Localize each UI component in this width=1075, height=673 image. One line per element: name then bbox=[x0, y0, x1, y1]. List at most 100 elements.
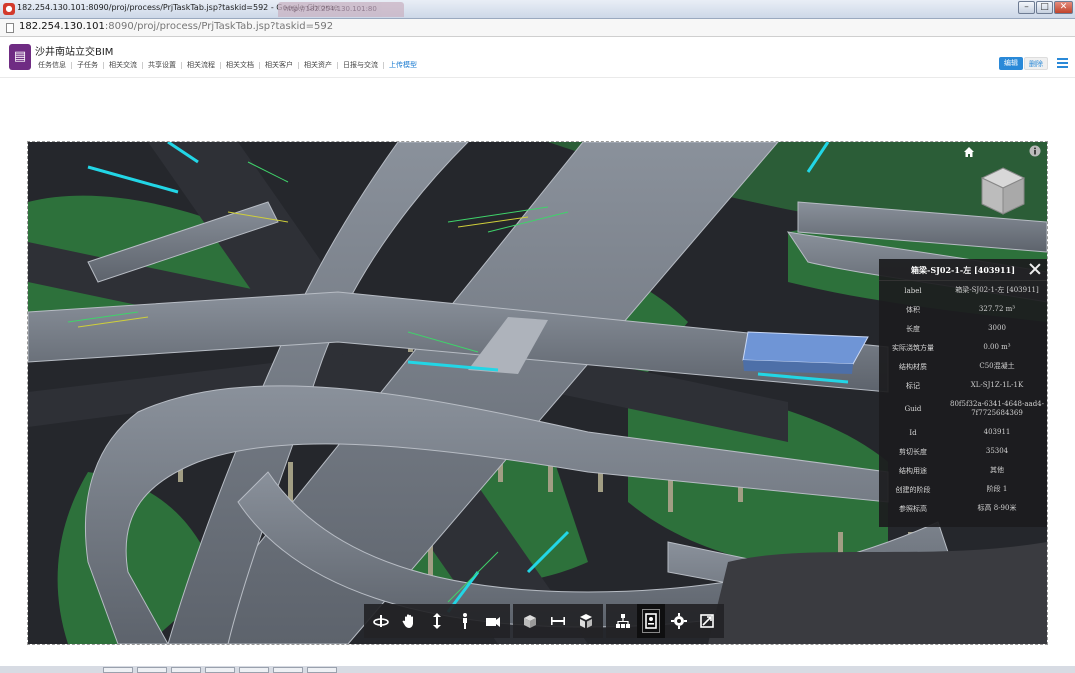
taskbar-item[interactable] bbox=[137, 667, 167, 673]
taskbar-item[interactable] bbox=[171, 667, 201, 673]
property-row: 结构用途 其他 bbox=[879, 461, 1047, 480]
tab-9[interactable]: 上传模型 bbox=[386, 60, 420, 70]
project-title: 沙井南站立交BIM bbox=[35, 47, 114, 58]
property-value: 327.72 m³ bbox=[978, 305, 1016, 313]
property-row: 创建的阶段 阶段 1 bbox=[879, 480, 1047, 499]
taskbar-item[interactable] bbox=[103, 667, 133, 673]
settings-button[interactable] bbox=[665, 604, 693, 638]
property-row: label 箱梁-SJ02-1-左 [403911] bbox=[879, 281, 1047, 300]
properties-button[interactable] bbox=[637, 604, 665, 638]
tab-4[interactable]: 相关流程 bbox=[184, 60, 218, 70]
property-row: 实际浇筑方量 0.00 m³ bbox=[879, 338, 1047, 357]
property-row: 体积 327.72 m³ bbox=[879, 300, 1047, 319]
close-window-button[interactable]: ✕ bbox=[1054, 1, 1073, 14]
property-key: 体积 bbox=[906, 305, 920, 314]
view-cube-icon[interactable] bbox=[978, 164, 1028, 218]
taskbar-item[interactable] bbox=[205, 667, 235, 673]
tab-8[interactable]: 日报与交流 bbox=[340, 60, 381, 70]
property-value: XL-SJ1Z-1L-1K bbox=[970, 381, 1024, 389]
property-row: Id 403911 bbox=[879, 423, 1047, 442]
section-box-button[interactable] bbox=[516, 604, 544, 638]
property-value: C50混凝土 bbox=[979, 362, 1015, 370]
property-key: 创建的阶段 bbox=[895, 485, 931, 494]
tab-0[interactable]: 任务信息 bbox=[35, 60, 69, 70]
tab-separator bbox=[298, 61, 299, 69]
page-icon bbox=[6, 23, 14, 33]
orbit-button[interactable] bbox=[367, 604, 395, 638]
bim-3d-viewer[interactable]: 箱梁-SJ02-1-左 [403911] label 箱梁-SJ02-1-左 [4… bbox=[27, 141, 1048, 645]
delete-button[interactable]: 删除 bbox=[1024, 57, 1048, 70]
property-row: 剪切长度 35304 bbox=[879, 442, 1047, 461]
property-value: 80f5f32a-6341-4648-aad4-7f7725684369 bbox=[950, 400, 1044, 417]
taskbar-item[interactable] bbox=[307, 667, 337, 673]
fullscreen-icon bbox=[700, 614, 714, 628]
minimize-button[interactable]: – bbox=[1018, 1, 1035, 14]
property-value: 其他 bbox=[990, 466, 1004, 474]
measure-button[interactable] bbox=[544, 604, 572, 638]
camera-button[interactable] bbox=[479, 604, 507, 638]
property-value: 标高 8-90米 bbox=[977, 504, 1017, 512]
tab-separator bbox=[259, 61, 260, 69]
toolbar-group-1 bbox=[513, 604, 603, 638]
viewer-toolbar bbox=[364, 604, 724, 638]
pan-button[interactable] bbox=[395, 604, 423, 638]
url-text[interactable]: 182.254.130.101:8090/proj/process/PrjTas… bbox=[19, 21, 333, 32]
tab-3[interactable]: 共享设置 bbox=[145, 60, 179, 70]
home-icon[interactable] bbox=[963, 146, 975, 158]
property-key: 结构用途 bbox=[899, 466, 927, 475]
tab-2[interactable]: 相关交流 bbox=[106, 60, 140, 70]
list-menu-icon[interactable] bbox=[1057, 58, 1068, 68]
page-header: ▤ 沙井南站立交BIM 任务信息 子任务 相关交流 共享设置 相关流程 相关文档 相关客户相… bbox=[0, 38, 1075, 78]
browser-title-bar: ● 182.254.130.101:8090/proj/process/PrjT… bbox=[0, 0, 1075, 19]
selected-box-girder[interactable] bbox=[742, 331, 869, 374]
model-tree-button[interactable] bbox=[609, 604, 637, 638]
settings-icon bbox=[671, 613, 687, 629]
taskbar-item[interactable] bbox=[239, 667, 269, 673]
dolly-icon bbox=[433, 613, 441, 629]
toolbar-group-0 bbox=[364, 604, 510, 638]
property-key: Guid bbox=[904, 405, 922, 413]
measure-icon bbox=[551, 617, 565, 625]
walk-icon bbox=[463, 613, 467, 629]
properties-panel: 箱梁-SJ02-1-左 [403911] label 箱梁-SJ02-1-左 [4… bbox=[879, 259, 1047, 527]
property-row: Guid 80f5f32a-6341-4648-aad4-7f7725684369 bbox=[879, 395, 1047, 423]
url-path: :8090/proj/process/PrjTaskTab.jsp?taskid… bbox=[104, 21, 334, 32]
chrome-logo-icon: ● bbox=[3, 3, 15, 15]
info-icon[interactable] bbox=[1029, 145, 1041, 157]
tab-separator bbox=[337, 61, 338, 69]
walk-button[interactable] bbox=[451, 604, 479, 638]
explode-icon bbox=[580, 614, 592, 628]
tab-6[interactable]: 相关客户 bbox=[262, 60, 296, 70]
property-key: 结构材质 bbox=[899, 362, 927, 371]
address-bar[interactable]: 182.254.130.101:8090/proj/process/PrjTas… bbox=[0, 19, 1075, 37]
orbit-icon bbox=[373, 615, 389, 627]
tab-5[interactable]: 相关文档 bbox=[223, 60, 257, 70]
property-value: 箱梁-SJ02-1-左 [403911] bbox=[955, 286, 1039, 294]
property-value: 阶段 1 bbox=[986, 485, 1008, 493]
property-value: 3000 bbox=[988, 324, 1006, 332]
explode-button[interactable] bbox=[572, 604, 600, 638]
fullscreen-button[interactable] bbox=[693, 604, 721, 638]
section-box-icon bbox=[524, 615, 536, 628]
project-document-icon: ▤ bbox=[9, 44, 31, 70]
os-taskbar bbox=[0, 666, 1075, 673]
taskbar-item[interactable] bbox=[273, 667, 303, 673]
tab-separator bbox=[103, 61, 104, 69]
browser-tab-inactive[interactable]: http://182.254.130.101:80 bbox=[278, 2, 404, 17]
tab-7[interactable]: 相关资产 bbox=[301, 60, 335, 70]
tab-separator bbox=[220, 61, 221, 69]
close-icon[interactable] bbox=[1029, 263, 1041, 275]
dolly-button[interactable] bbox=[423, 604, 451, 638]
property-row: 标记 XL-SJ1Z-1L-1K bbox=[879, 376, 1047, 395]
edit-button[interactable]: 编辑 bbox=[999, 57, 1023, 70]
url-host: 182.254.130.101 bbox=[19, 21, 105, 32]
property-row: 长度 3000 bbox=[879, 319, 1047, 338]
toolbar-group-2 bbox=[606, 604, 724, 638]
property-key: 长度 bbox=[906, 324, 920, 333]
maximize-button[interactable]: □ bbox=[1036, 1, 1053, 14]
tab-1[interactable]: 子任务 bbox=[74, 60, 101, 70]
property-key: 剪切长度 bbox=[899, 447, 927, 456]
model-tree-icon bbox=[616, 614, 630, 628]
property-value: 0.00 m³ bbox=[983, 343, 1011, 351]
property-row: 结构材质 C50混凝土 bbox=[879, 357, 1047, 376]
